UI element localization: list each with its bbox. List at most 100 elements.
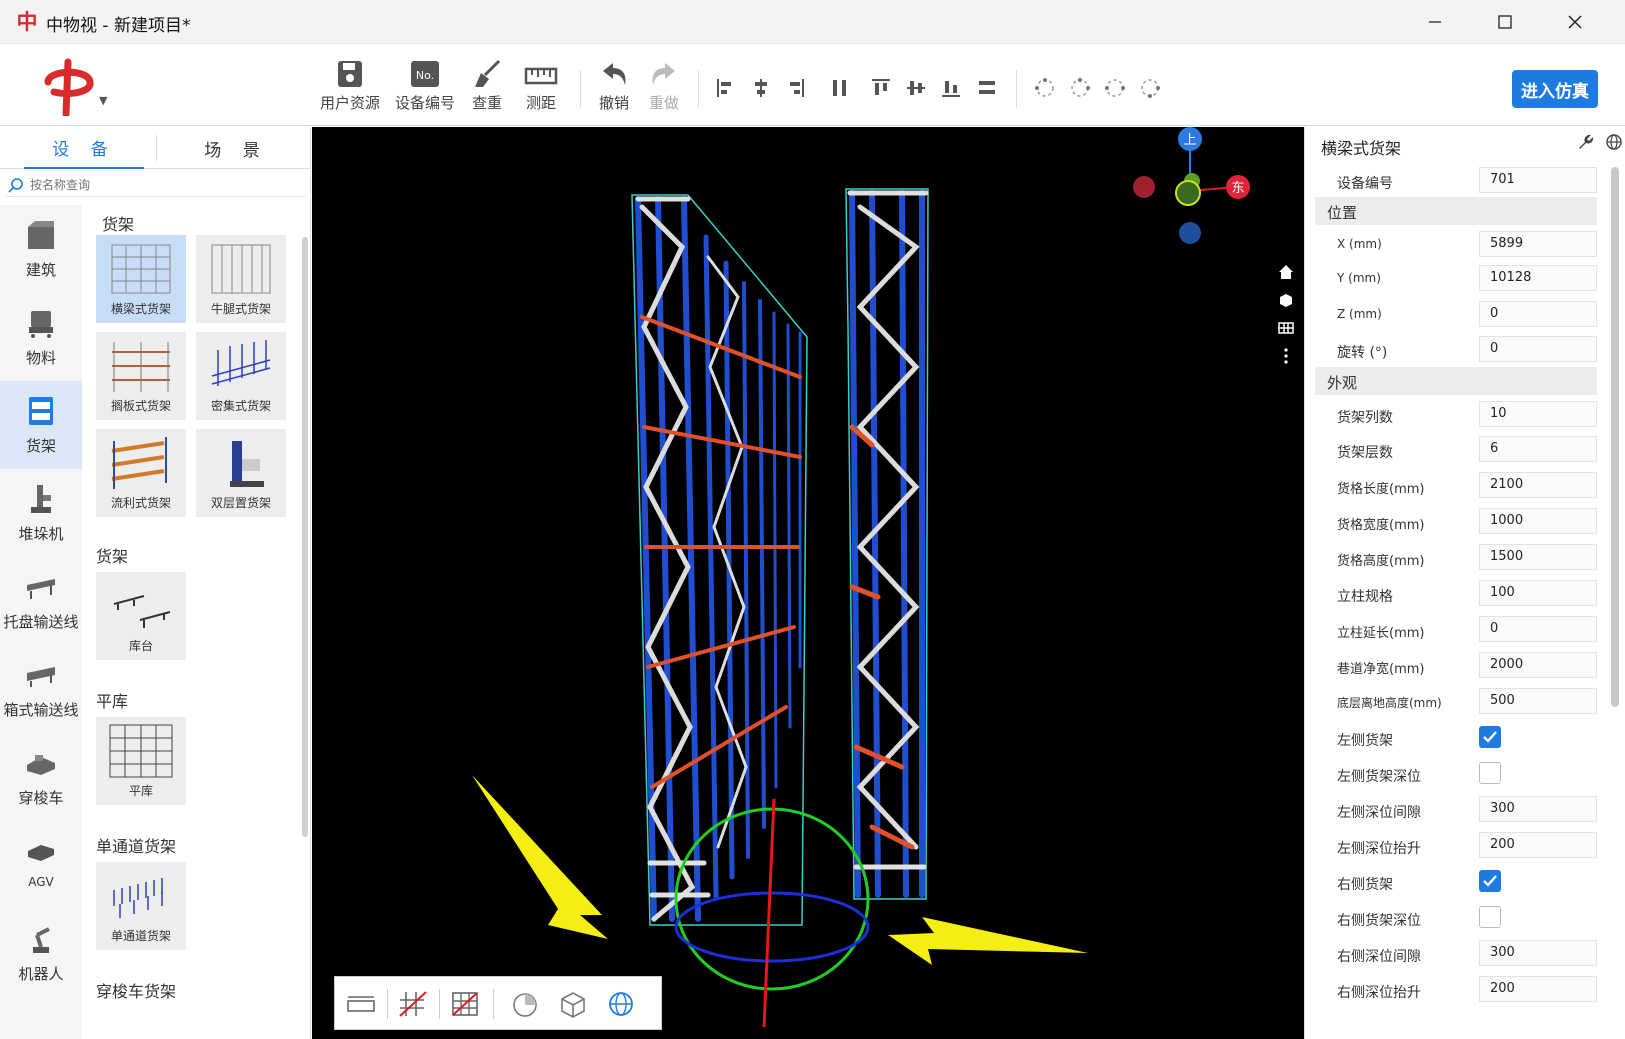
logo-dropdown-icon[interactable]: ▼: [99, 94, 107, 107]
columns-input[interactable]: 10: [1479, 401, 1597, 427]
prop-ground-height: 底层离地高度(mm) 500: [1315, 686, 1597, 718]
category-box-conveyor[interactable]: 箱式输送线: [0, 645, 82, 733]
prop-label: 货格高度(mm): [1337, 554, 1425, 569]
item-dense-rack[interactable]: 密集式货架: [196, 332, 286, 420]
cell-length-input[interactable]: 2100: [1479, 472, 1597, 498]
cube-view-button[interactable]: [557, 989, 589, 1019]
right-gap-input[interactable]: 300: [1479, 940, 1597, 966]
enter-simulation-button[interactable]: 进入仿真: [1512, 70, 1598, 108]
undo-icon: [603, 63, 626, 85]
distribute-v-button[interactable]: [973, 74, 1001, 102]
properties-panel: 横梁式货架 设备编号 701 位置 X (mm) 5899 Y (mm) 10128 …: [1304, 127, 1625, 1039]
shelf-rack-thumbnail: [112, 342, 170, 392]
item-flow-rack[interactable]: 流利式货架: [96, 429, 186, 517]
measure-tool-button[interactable]: [345, 989, 377, 1019]
item-beam-rack[interactable]: 横梁式货架: [96, 235, 186, 323]
3d-viewport[interactable]: 上 东: [312, 127, 1304, 1039]
device-number-button[interactable]: No. 设备编号: [390, 58, 460, 116]
ring-icon-2: [1071, 78, 1090, 97]
align-right-button[interactable]: [781, 74, 809, 102]
left-rack: [635, 196, 802, 922]
prop-label: 右侧深位抬升: [1337, 985, 1421, 1001]
wrench-icon[interactable]: [1577, 133, 1595, 151]
tab-scene[interactable]: 场 景: [176, 127, 296, 169]
measure-distance-button[interactable]: 测距: [506, 58, 576, 116]
ring-button-1[interactable]: [1031, 74, 1059, 102]
aisle-width-input[interactable]: 2000: [1479, 652, 1597, 678]
material-icon: [29, 311, 53, 338]
item-flat-storage[interactable]: 平库: [96, 717, 186, 805]
category-stacker[interactable]: 堆垛机: [0, 469, 82, 557]
properties-scrollbar[interactable]: [1611, 167, 1619, 707]
grid-toggle-button[interactable]: [397, 989, 429, 1019]
align-left-button[interactable]: [712, 74, 740, 102]
right-rack-checkbox[interactable]: [1479, 870, 1501, 892]
left-rack-checkbox[interactable]: [1479, 726, 1501, 748]
rotation-input[interactable]: 0: [1479, 336, 1597, 362]
left-gap-input[interactable]: 300: [1479, 796, 1597, 822]
ring-button-2[interactable]: [1066, 74, 1094, 102]
device-no-input[interactable]: 701: [1479, 167, 1597, 193]
home-icon[interactable]: [1274, 259, 1298, 285]
more-icon[interactable]: [1274, 343, 1298, 369]
item-platform[interactable]: 库台: [96, 572, 186, 660]
category-building[interactable]: 建筑: [0, 205, 82, 293]
x-input[interactable]: 5899: [1479, 231, 1597, 257]
left-deep-checkbox[interactable]: [1479, 762, 1501, 784]
align-center-v-button[interactable]: [902, 74, 930, 102]
y-input[interactable]: 10128: [1479, 265, 1597, 291]
category-pallet-conveyor[interactable]: 托盘输送线: [0, 557, 82, 645]
tab-device[interactable]: 设 备: [24, 127, 144, 169]
left-lift-input[interactable]: 200: [1479, 832, 1597, 858]
cell-height-input[interactable]: 1500: [1479, 544, 1597, 570]
app-brand-logo[interactable]: [40, 56, 96, 116]
left-scrollbar[interactable]: [302, 237, 308, 837]
yellow-arrow-right: [888, 917, 1088, 965]
item-double-rack[interactable]: 双层置货架: [196, 429, 286, 517]
item-single-aisle-rack[interactable]: 单通道货架: [96, 862, 186, 950]
distribute-h-button[interactable]: [826, 74, 854, 102]
group-label: 外观: [1327, 374, 1358, 392]
grid-icon[interactable]: [1274, 315, 1298, 341]
grid-toggle-2-button[interactable]: [449, 989, 481, 1019]
group-position[interactable]: 位置: [1315, 197, 1597, 225]
ground-height-input[interactable]: 500: [1479, 688, 1597, 714]
prop-columns: 货架列数 10: [1315, 399, 1597, 431]
category-label: 机器人: [18, 965, 64, 983]
category-shuttle[interactable]: 穿梭车: [0, 733, 82, 821]
pie-view-button[interactable]: [509, 989, 541, 1019]
right-lift-input[interactable]: 200: [1479, 976, 1597, 1002]
category-agv[interactable]: AGV: [0, 821, 82, 909]
item-corbel-rack[interactable]: 牛腿式货架: [196, 235, 286, 323]
right-deep-checkbox[interactable]: [1479, 906, 1501, 928]
cell-width-input[interactable]: 1000: [1479, 508, 1597, 534]
close-button[interactable]: [1540, 0, 1610, 44]
item-shelf-rack[interactable]: 搁板式货架: [96, 332, 186, 420]
globe-settings-icon[interactable]: [1605, 133, 1623, 151]
redo-button[interactable]: 重做: [629, 58, 699, 116]
category-more[interactable]: [0, 997, 82, 1039]
align-bottom-button[interactable]: [937, 74, 965, 102]
maximize-button[interactable]: [1470, 0, 1540, 44]
ring-button-4[interactable]: [1136, 74, 1164, 102]
category-robot[interactable]: 机器人: [0, 909, 82, 997]
align-top-button[interactable]: [867, 74, 895, 102]
left-panel: 设 备 场 景 建筑 物料 货架 堆垛机: [0, 127, 311, 1039]
search-input[interactable]: [30, 177, 290, 192]
robot-icon: [33, 927, 50, 953]
column-ext-input[interactable]: 0: [1479, 616, 1597, 642]
user-resources-button[interactable]: 用户资源: [315, 58, 385, 116]
group-appearance[interactable]: 外观: [1315, 367, 1597, 395]
levels-input[interactable]: 6: [1479, 436, 1597, 462]
column-spec-input[interactable]: 100: [1479, 580, 1597, 606]
category-material[interactable]: 物料: [0, 293, 82, 381]
z-input[interactable]: 0: [1479, 301, 1597, 327]
category-shelf[interactable]: 货架: [0, 381, 82, 469]
prop-label: Y (mm): [1337, 271, 1381, 285]
ring-button-3[interactable]: [1101, 74, 1129, 102]
align-center-h-button[interactable]: [747, 74, 775, 102]
globe-view-button[interactable]: [605, 989, 637, 1019]
cube-icon[interactable]: [1274, 287, 1298, 313]
minimize-button[interactable]: [1400, 0, 1470, 44]
search-icon[interactable]: [6, 175, 26, 195]
